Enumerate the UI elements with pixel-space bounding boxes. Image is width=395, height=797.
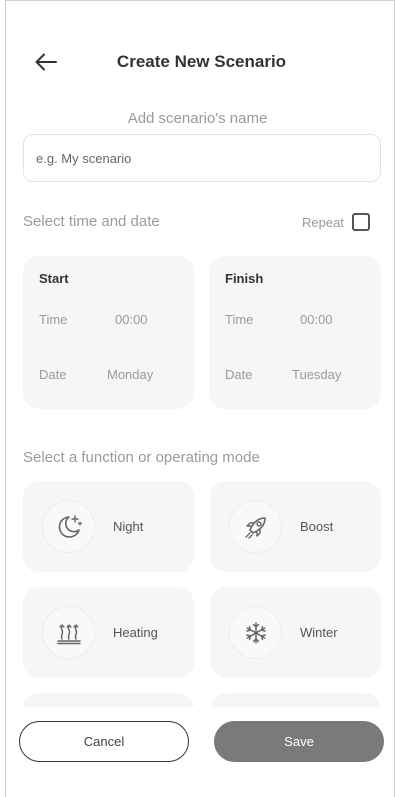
mode-card-winter[interactable]: Winter bbox=[210, 587, 381, 678]
scenario-name-input[interactable] bbox=[23, 134, 381, 182]
finish-date-value[interactable]: Tuesday bbox=[292, 367, 341, 382]
mode-grid: Night Boost Heating Winter bbox=[23, 481, 381, 707]
moon-stars-icon bbox=[58, 514, 82, 538]
header: Create New Scenario bbox=[0, 40, 395, 84]
start-time-label: Time bbox=[39, 312, 68, 327]
finish-time-value[interactable]: 00:00 bbox=[300, 312, 333, 327]
repeat-label: Repeat bbox=[302, 215, 344, 230]
page-title: Create New Scenario bbox=[116, 52, 287, 71]
start-date-value[interactable]: Monday bbox=[107, 367, 153, 382]
mode-label-winter: Winter bbox=[300, 625, 338, 640]
mode-card-boost[interactable]: Boost bbox=[210, 481, 381, 572]
start-date-label: Date bbox=[39, 367, 67, 382]
function-mode-label: Select a function or operating mode bbox=[23, 449, 260, 466]
mode-label-boost: Boost bbox=[300, 519, 334, 534]
frame-border-top bbox=[5, 0, 395, 1]
mode-icon-circle bbox=[229, 500, 282, 553]
mode-icon-circle bbox=[42, 500, 95, 553]
scenario-screen: Create New Scenario Add scenario's name … bbox=[0, 0, 395, 797]
snowflake-icon bbox=[245, 621, 266, 644]
scenario-name-label: Add scenario's name bbox=[127, 110, 268, 127]
mode-icon-circle bbox=[42, 606, 95, 659]
mode-card-night[interactable]: Night bbox=[23, 481, 194, 572]
cancel-button[interactable]: Cancel bbox=[19, 721, 189, 762]
mode-icon-circle bbox=[229, 606, 282, 659]
start-card-title: Start bbox=[39, 271, 69, 286]
mode-label-heating: Heating bbox=[113, 625, 158, 640]
rocket-icon bbox=[244, 516, 266, 539]
mode-card-more-right[interactable] bbox=[210, 693, 381, 707]
finish-card-title: Finish bbox=[225, 271, 264, 286]
mode-card-heating[interactable]: Heating bbox=[23, 587, 194, 678]
start-card: Start Time 00:00 Date Monday bbox=[23, 256, 194, 409]
finish-card: Finish Time 00:00 Date Tuesday bbox=[209, 256, 381, 409]
mode-card-more-left[interactable] bbox=[23, 693, 194, 707]
finish-time-label: Time bbox=[225, 312, 254, 327]
finish-date-label: Date bbox=[225, 367, 253, 382]
time-date-label: Select time and date bbox=[23, 213, 160, 230]
mode-label-night: Night bbox=[113, 519, 144, 534]
heating-icon bbox=[56, 623, 81, 644]
repeat-checkbox[interactable] bbox=[352, 213, 370, 231]
start-time-value[interactable]: 00:00 bbox=[115, 312, 148, 327]
save-button[interactable]: Save bbox=[214, 721, 384, 762]
